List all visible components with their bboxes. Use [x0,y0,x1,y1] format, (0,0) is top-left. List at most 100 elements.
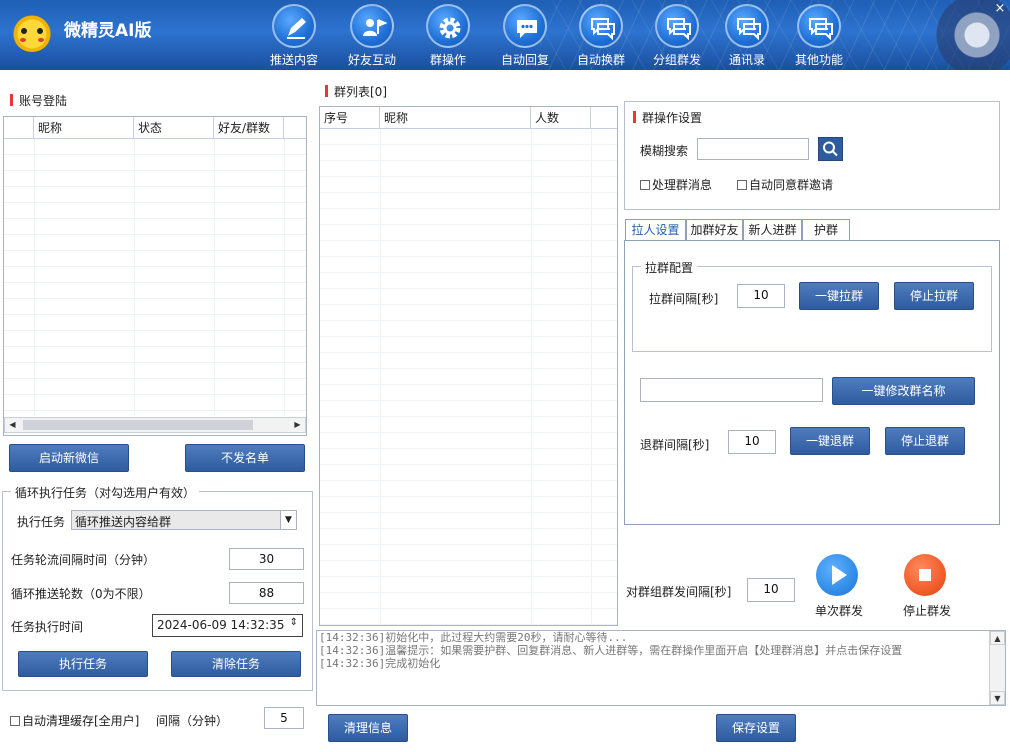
save-settings-button[interactable]: 保存设置 [716,714,796,742]
checkbox-box[interactable] [737,180,747,190]
broadcast-interval-input[interactable]: 10 [747,578,795,602]
checkbox-box[interactable] [10,716,20,726]
log-panel[interactable]: [14:32:36]初始化中，此过程大约需要20秒，请耐心等待... [14:3… [316,630,1006,706]
clear-info-button[interactable]: 清理信息 [328,714,408,742]
cache-interval-label: 间隔（分钟） [156,714,229,728]
rounds-input[interactable]: 88 [229,582,304,604]
nav-push-content[interactable]: 推送内容 [258,4,330,68]
single-broadcast-button[interactable] [816,554,858,596]
task-select[interactable]: 循环推送内容给群 ▼ [71,510,297,530]
gear-icon [439,17,461,39]
stop-pull-button[interactable]: 停止拉群 [894,282,974,310]
auto-accept-invite-label: 自动同意群邀请 [749,178,834,192]
single-broadcast-label: 单次群发 [815,604,864,618]
log-vertical-scrollbar[interactable]: ▲ ▼ [989,631,1005,705]
accounts-horizontal-scrollbar[interactable]: ◀ ▶ [4,417,306,433]
nav-group-broadcast[interactable]: 分组群发 [641,4,713,68]
nav-auto-reply[interactable]: 自动回复 [489,4,561,68]
rename-group-button[interactable]: 一键修改群名称 [832,377,975,405]
scroll-down-icon[interactable]: ▼ [990,691,1005,705]
nav-group-operation[interactable]: 群操作 [412,4,484,68]
accounts-table-header: 昵称 状态 好友/群数 [4,117,306,139]
fuzzy-search-label: 模糊搜索 [640,144,689,158]
nav-label: 自动换群 [576,53,625,67]
spin-updown-icon[interactable]: ⇕ [290,617,298,628]
pen-icon [287,18,306,39]
tab-new-member[interactable]: 新人进群 [743,219,802,241]
nav-label: 推送内容 [269,53,318,67]
column-member-count[interactable]: 人数 [531,107,591,128]
scroll-thumb[interactable] [23,420,253,430]
chat-bubbles-icon [737,18,761,41]
nav-friend-interaction[interactable]: 好友互动 [336,4,408,68]
auto-clear-cache-checkbox[interactable]: 自动清理缓存[全用户] [10,712,139,729]
column-status[interactable]: 状态 [134,117,214,138]
one-click-pull-button[interactable]: 一键拉群 [799,282,879,310]
rounds-label: 循环推送轮数（0为不限） [11,587,151,601]
chat-bubble-icon [517,20,537,38]
log-line: [14:32:36]温馨提示：如果需要护群、回复群消息、新人进群等，需在群操作里… [319,644,903,657]
nav-other-functions[interactable]: 其他功能 [783,4,855,68]
cache-interval-input[interactable]: 5 [264,707,304,729]
group-list-table[interactable]: 序号 昵称 人数 [319,106,618,626]
handle-group-msg-checkbox[interactable]: 处理群消息 [640,176,712,193]
time-label: 任务执行时间 [11,620,84,634]
tab-add-group-friends[interactable]: 加群好友 [686,219,743,241]
handle-group-msg-label: 处理群消息 [652,178,713,192]
app-header: 微精灵AI版 × 推送内容 好友互动 群操作 自动回复 自动换群 分组群发 通讯… [0,0,1010,70]
user-flag-icon [363,19,388,36]
tab-protect-group[interactable]: 护群 [802,219,850,241]
task-label: 执行任务 [17,515,66,529]
run-task-button[interactable]: 执行任务 [18,651,148,677]
auto-clear-cache-label: 自动清理缓存[全用户] [22,714,140,728]
checkbox-box[interactable] [640,180,650,190]
task-select-value: 循环推送内容给群 [75,515,172,529]
log-line: [14:32:36]初始化中，此过程大约需要20秒，请耐心等待... [319,631,628,644]
pull-interval-input[interactable]: 10 [737,284,785,308]
nav-auto-switch-group[interactable]: 自动换群 [565,4,637,68]
stop-broadcast-label: 停止群发 [903,604,952,618]
pull-interval-label: 拉群间隔[秒] [649,292,719,306]
nav-contacts[interactable]: 通讯录 [711,4,783,68]
group-list-header: 序号 昵称 人数 [320,107,617,129]
nav-label: 其他功能 [794,53,843,67]
group-list-title: 群列表[0] [325,83,387,100]
group-list-body [320,129,617,625]
chat-bubbles-icon [809,18,833,41]
nav-label: 自动回复 [500,53,549,67]
start-wechat-button[interactable]: 启动新微信 [9,444,129,472]
stop-broadcast-button[interactable] [904,554,946,596]
one-click-quit-button[interactable]: 一键退群 [790,427,870,455]
auto-accept-invite-checkbox[interactable]: 自动同意群邀请 [737,176,833,193]
column-friends-groups[interactable]: 好友/群数 [214,117,284,138]
log-line: [14:32:36]完成初始化 [319,657,441,670]
rename-group-input[interactable] [640,378,823,402]
dropdown-arrow-icon[interactable]: ▼ [280,511,296,529]
nav-label: 好友互动 [347,53,396,67]
time-picker[interactable]: 2024-06-09 14:32:35 ⇕ [152,614,303,637]
column-nickname[interactable]: 昵称 [34,117,134,138]
fuzzy-search-input[interactable] [697,138,809,160]
nav-label: 群操作 [429,53,466,67]
scroll-up-icon[interactable]: ▲ [990,631,1005,645]
stop-square-icon [919,569,931,581]
nav-label: 分组群发 [652,53,701,67]
stop-quit-button[interactable]: 停止退群 [885,427,965,455]
close-icon[interactable]: × [992,2,1008,16]
scroll-left-icon[interactable]: ◀ [5,418,20,432]
quit-interval-input[interactable]: 10 [728,430,776,454]
blacklist-button[interactable]: 不发名单 [185,444,305,472]
scroll-right-icon[interactable]: ▶ [290,418,305,432]
play-icon [832,565,847,585]
clear-task-button[interactable]: 清除任务 [171,651,301,677]
search-button[interactable] [818,137,843,161]
accounts-table[interactable]: 昵称 状态 好友/群数 ◀ ▶ [3,116,307,436]
loop-task-title: 循环执行任务（对勾选用户有效） [11,484,200,501]
column-group-nickname[interactable]: 昵称 [380,107,531,128]
interval-input[interactable]: 30 [229,548,304,570]
interval-label: 任务轮流间隔时间（分钟） [11,553,156,567]
tab-pull-settings[interactable]: 拉人设置 [625,219,686,242]
column-index[interactable]: 序号 [320,107,380,128]
nav-label: 通讯录 [728,53,765,67]
chat-bubbles-icon [667,18,691,41]
